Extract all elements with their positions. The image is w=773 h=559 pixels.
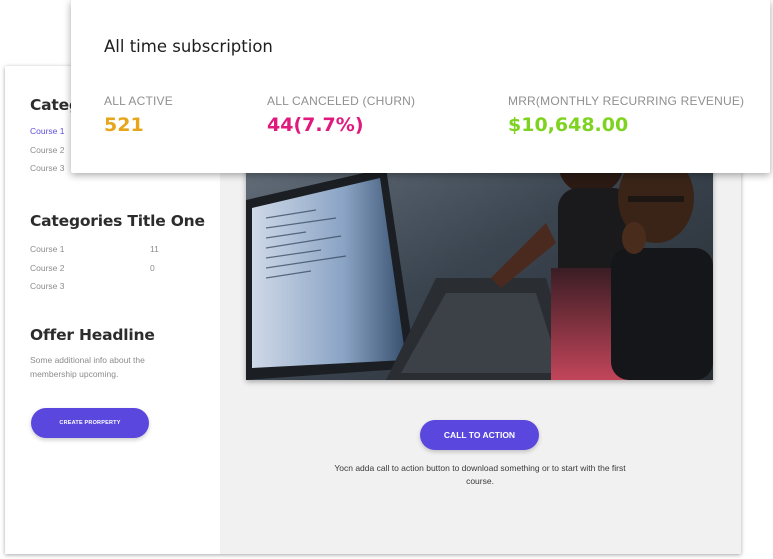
stat-value: $10,648.00	[508, 114, 629, 136]
offer-section: Offer Headline Some additional info abou…	[30, 326, 180, 381]
stat-all-active: ALL ACTIVE 521	[104, 94, 173, 136]
card-title: All time subscription	[104, 37, 273, 56]
stat-label: MRR(MONTHLY RECURRING REVENUE)	[508, 94, 745, 108]
course-link-1[interactable]: Course 1 11	[30, 240, 205, 259]
category-section-2: Categories Title One Course 1 11 Course …	[30, 212, 205, 296]
course-label: Course 3	[30, 281, 65, 292]
call-to-action-description: Yocn adda call to action button to downl…	[334, 463, 626, 486]
offer-description: Some additional info about the membershi…	[30, 355, 145, 379]
course-link-2[interactable]: Course 2 0	[30, 259, 205, 278]
stat-label: ALL ACTIVE	[104, 94, 173, 108]
offer-headline: Offer Headline	[30, 326, 155, 344]
course-link-3[interactable]: Course 3	[30, 277, 205, 296]
course-list: Course 1 11 Course 2 0 Course 3	[30, 240, 205, 296]
course-label: Course 2	[30, 262, 65, 273]
screen: Categ Course 1 Course 2 Course 3 Categor…	[0, 0, 773, 559]
category-title: Categories Title One	[30, 212, 205, 230]
stat-value: 521	[104, 114, 144, 136]
course-count: 0	[150, 262, 155, 273]
create-property-button[interactable]: CREATE PRORPERTY	[31, 408, 149, 438]
course-label: Course 1	[30, 244, 65, 255]
stat-label: ALL CANCELED (CHURN)	[267, 94, 416, 108]
call-to-action-button[interactable]: CALL TO ACTION	[420, 420, 539, 450]
stat-mrr: MRR(MONTHLY RECURRING REVENUE) $10,648.0…	[508, 94, 744, 136]
stat-all-canceled: ALL CANCELED (CHURN) 44(7.7%)	[267, 94, 415, 136]
subscription-summary-card: All time subscription ALL ACTIVE 521 ALL…	[71, 0, 770, 173]
course-count: 11	[150, 244, 159, 255]
stat-value: 44(7.7%)	[267, 114, 364, 136]
